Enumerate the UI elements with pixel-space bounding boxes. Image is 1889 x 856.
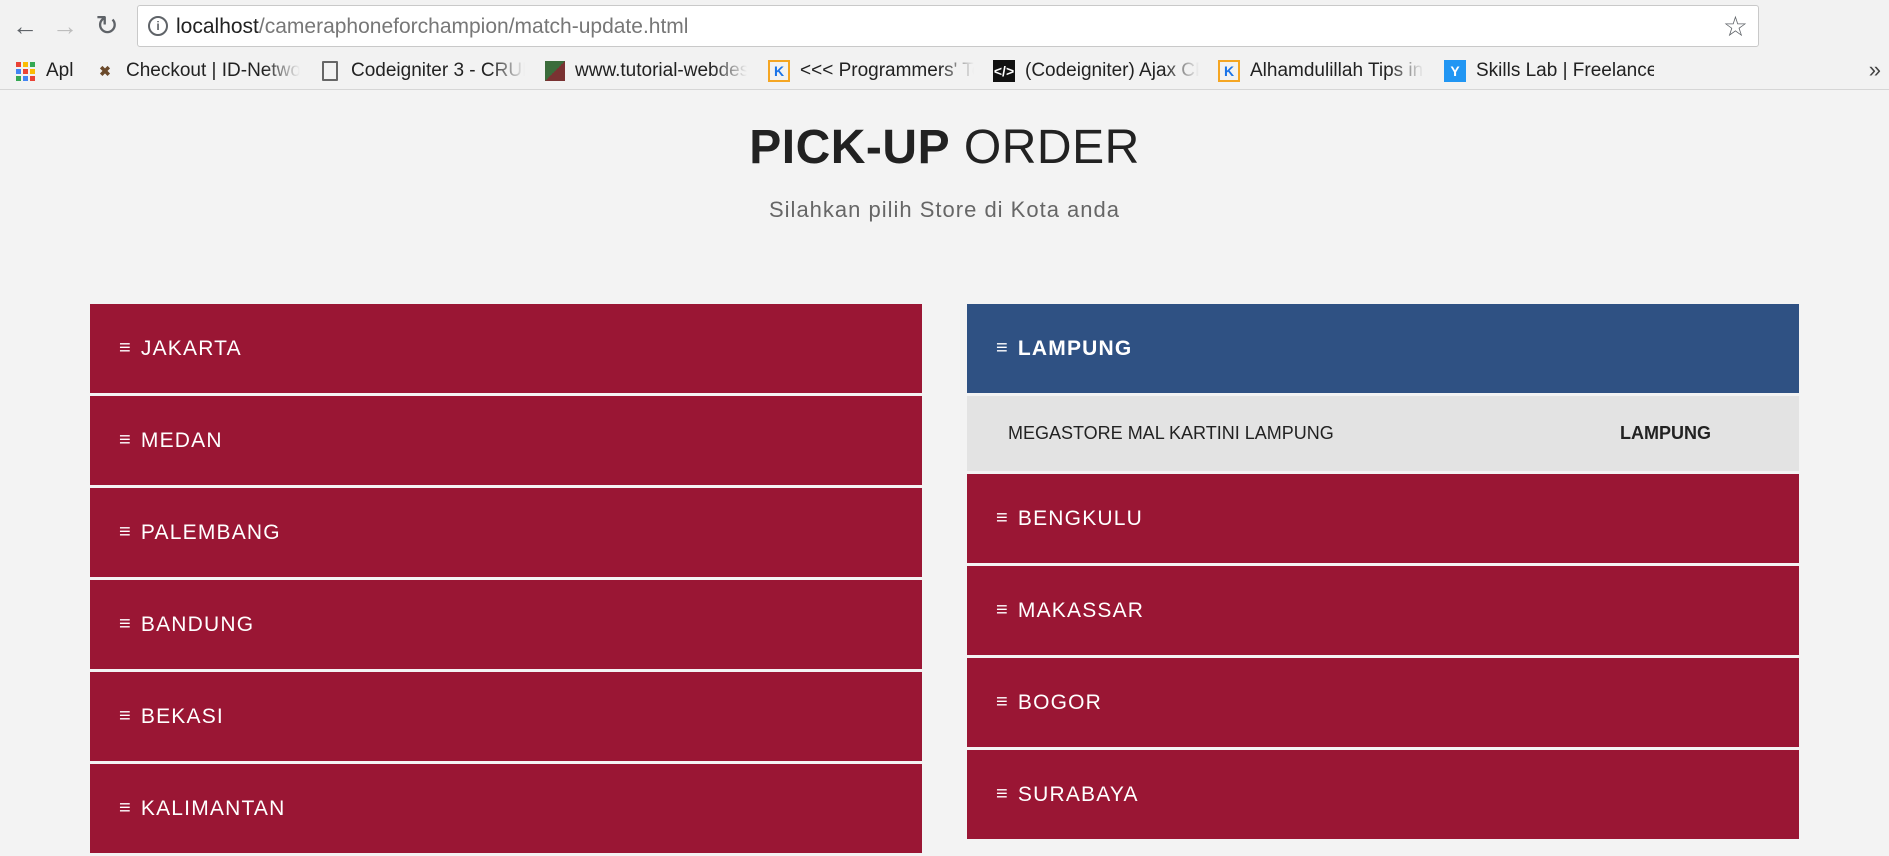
bookmark-label: Alhamdulillah Tips ini: [1250, 60, 1424, 81]
page-title-bold: PICK-UP: [749, 121, 951, 174]
bookmark-skills-lab[interactable]: Y Skills Lab | Freelancer: [1444, 57, 1654, 85]
menu-icon: ≡: [119, 521, 132, 543]
city-item-bogor[interactable]: ≡ BOGOR: [967, 658, 1799, 747]
city-item-palembang[interactable]: ≡ PALEMBANG: [90, 488, 922, 577]
store-row[interactable]: MEGASTORE MAL KARTINI LAMPUNG LAMPUNG: [967, 396, 1799, 471]
code-favicon-icon: </>: [993, 60, 1015, 82]
bookmark-label: (Codeigniter) Ajax CR: [1025, 60, 1199, 81]
menu-icon: ≡: [996, 337, 1009, 359]
bookmark-codeigniter-crud[interactable]: Codeigniter 3 - CRUD: [319, 57, 525, 85]
store-name: MEGASTORE MAL KARTINI LAMPUNG: [1008, 423, 1334, 443]
bookmark-star-icon[interactable]: ☆: [1723, 10, 1748, 43]
page-title: PICK-UP ORDER: [0, 120, 1889, 175]
menu-icon: ≡: [119, 429, 132, 451]
city-label: BEKASI: [140, 704, 224, 728]
city-item-lampung[interactable]: ≡ LAMPUNG: [967, 304, 1799, 393]
city-item-kalimantan[interactable]: ≡ KALIMANTAN: [90, 764, 922, 853]
bookmark-label: Checkout | ID-Network: [126, 60, 300, 81]
store-city: LAMPUNG: [1620, 423, 1711, 443]
address-bar[interactable]: i localhost/cameraphoneforchampion/match…: [137, 5, 1759, 47]
city-item-jakarta[interactable]: ≡ JAKARTA: [90, 304, 922, 393]
city-item-medan[interactable]: ≡ MEDAN: [90, 396, 922, 485]
city-list-left: ≡ JAKARTA ≡ MEDAN ≡ PALEMBANG ≡ BANDUNG …: [90, 304, 922, 856]
bookmark-codeigniter-ajax[interactable]: </> (Codeigniter) Ajax CR: [993, 57, 1199, 85]
more-bookmarks-icon[interactable]: »: [1869, 57, 1881, 83]
page-title-light: ORDER: [963, 121, 1140, 174]
reload-icon[interactable]: ↻: [89, 8, 125, 44]
bookmark-label: Skills Lab | Freelancer: [1476, 60, 1654, 81]
apps-grid-icon: [14, 60, 36, 82]
city-label: BENGKULU: [1017, 506, 1144, 530]
city-label: SURABAYA: [1017, 782, 1139, 806]
browser-toolbar: ← → ↻ i localhost/cameraphoneforchampion…: [0, 0, 1889, 52]
bookmark-apps[interactable]: Apl: [14, 57, 80, 85]
bookmark-checkout[interactable]: ✖ Checkout | ID-Network: [94, 57, 300, 85]
city-item-bandung[interactable]: ≡ BANDUNG: [90, 580, 922, 669]
bookmark-label: <<< Programmers' To: [800, 60, 974, 81]
menu-icon: ≡: [119, 797, 132, 819]
bookmarks-bar: Apl ✖ Checkout | ID-Network Codeigniter …: [0, 52, 1889, 90]
city-label: LAMPUNG: [1017, 336, 1133, 360]
bookmark-alhamdulillah[interactable]: K Alhamdulillah Tips ini: [1218, 57, 1424, 85]
info-icon[interactable]: i: [148, 16, 168, 36]
checkout-favicon-icon: ✖: [99, 62, 111, 79]
document-icon: [319, 60, 341, 82]
city-label: BOGOR: [1017, 690, 1103, 714]
city-item-bekasi[interactable]: ≡ BEKASI: [90, 672, 922, 761]
city-label: MAKASSAR: [1017, 598, 1145, 622]
city-item-makassar[interactable]: ≡ MAKASSAR: [967, 566, 1799, 655]
menu-icon: ≡: [119, 705, 132, 727]
back-arrow-icon[interactable]: ←: [7, 8, 43, 44]
menu-icon: ≡: [119, 337, 132, 359]
url-text[interactable]: localhost/cameraphoneforchampion/match-u…: [176, 15, 688, 39]
bookmark-label: www.tutorial-webdesign: [575, 60, 747, 81]
city-label: MEDAN: [140, 428, 223, 452]
menu-icon: ≡: [996, 691, 1009, 713]
k-favicon-icon: K: [1218, 60, 1240, 82]
bookmark-programmers[interactable]: K <<< Programmers' To: [768, 57, 974, 85]
skills-favicon-icon: Y: [1444, 60, 1466, 82]
bookmark-tutorial-webdesign[interactable]: www.tutorial-webdesign: [545, 57, 747, 85]
city-item-surabaya[interactable]: ≡ SURABAYA: [967, 750, 1799, 839]
city-list-right: ≡ LAMPUNG MEGASTORE MAL KARTINI LAMPUNG …: [967, 304, 1799, 842]
forward-arrow-icon[interactable]: →: [47, 8, 83, 44]
tutorial-favicon-icon: [545, 61, 565, 81]
city-label: JAKARTA: [140, 336, 242, 360]
bookmark-label: Apl: [46, 60, 74, 81]
city-label: BANDUNG: [140, 612, 255, 636]
city-label: PALEMBANG: [140, 520, 281, 544]
city-item-bengkulu[interactable]: ≡ BENGKULU: [967, 474, 1799, 563]
menu-icon: ≡: [996, 599, 1009, 621]
menu-icon: ≡: [996, 507, 1009, 529]
menu-icon: ≡: [119, 613, 132, 635]
page-subtitle: Silahkan pilih Store di Kota anda: [769, 197, 1120, 222]
k-favicon-icon: K: [768, 60, 790, 82]
city-label: KALIMANTAN: [140, 796, 286, 820]
menu-icon: ≡: [996, 783, 1009, 805]
bookmark-label: Codeigniter 3 - CRUD: [351, 60, 525, 81]
